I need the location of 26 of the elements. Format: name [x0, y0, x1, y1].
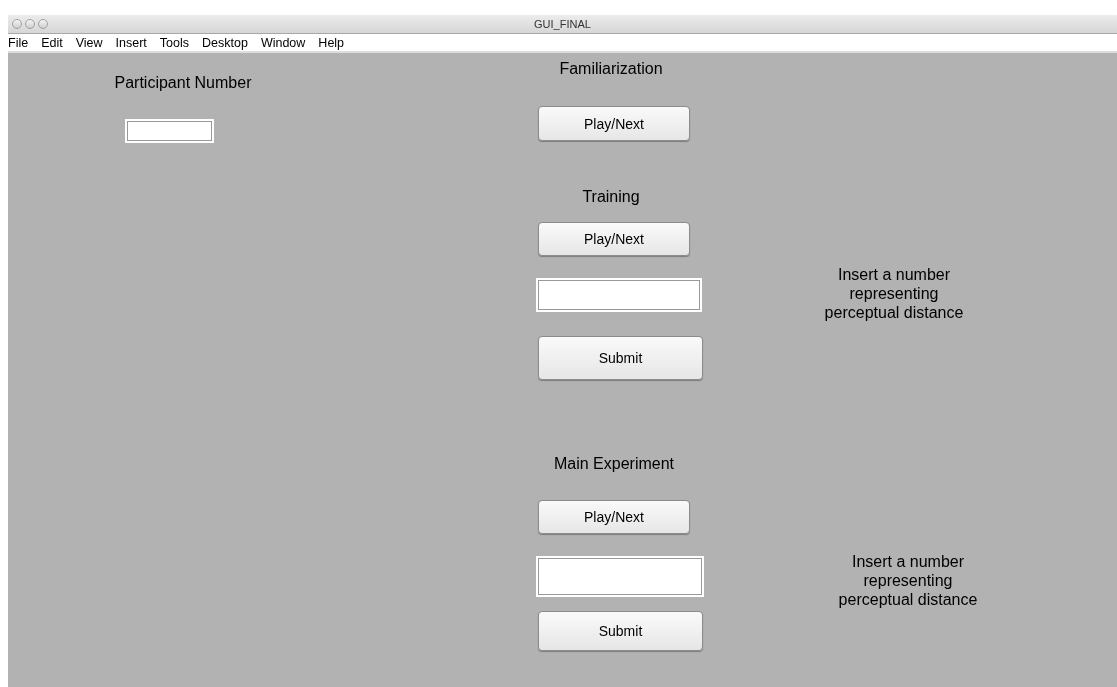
- play-button[interactable]: Submit: [538, 611, 703, 651]
- play-button[interactable]: Play/Next: [538, 222, 690, 256]
- input-field[interactable]: [125, 119, 214, 143]
- menu-item[interactable]: Window: [255, 35, 314, 50]
- menu-item[interactable]: Tools: [154, 35, 198, 50]
- instruction-text: Participant Number: [113, 73, 253, 92]
- zoom-icon[interactable]: [38, 19, 48, 29]
- play-button[interactable]: Play/Next: [538, 106, 690, 141]
- instruction-text: Familiarization: [558, 59, 664, 78]
- minimize-icon[interactable]: [25, 19, 35, 29]
- menu-item[interactable]: Insert: [110, 35, 155, 50]
- menu-item[interactable]: Desktop: [197, 35, 256, 50]
- window-title: GUI_FINAL: [534, 18, 591, 30]
- play-button[interactable]: Submit: [538, 336, 703, 380]
- close-icon[interactable]: [12, 19, 22, 29]
- instruction-text: Training: [581, 187, 641, 206]
- play-button[interactable]: Play/Next: [538, 500, 690, 534]
- menu-item[interactable]: Help: [313, 35, 353, 50]
- menu-item[interactable]: Edit: [36, 35, 71, 50]
- instruction-text: Insert a number representing perceptual distance: [837, 552, 979, 609]
- menu-item[interactable]: File: [8, 35, 37, 50]
- menu-item[interactable]: View: [70, 35, 111, 50]
- instruction-text: Insert a number representing perceptual distance: [823, 265, 965, 322]
- instruction-text: Main Experiment: [552, 454, 675, 473]
- input-field[interactable]: [536, 556, 704, 597]
- input-field[interactable]: [536, 278, 702, 312]
